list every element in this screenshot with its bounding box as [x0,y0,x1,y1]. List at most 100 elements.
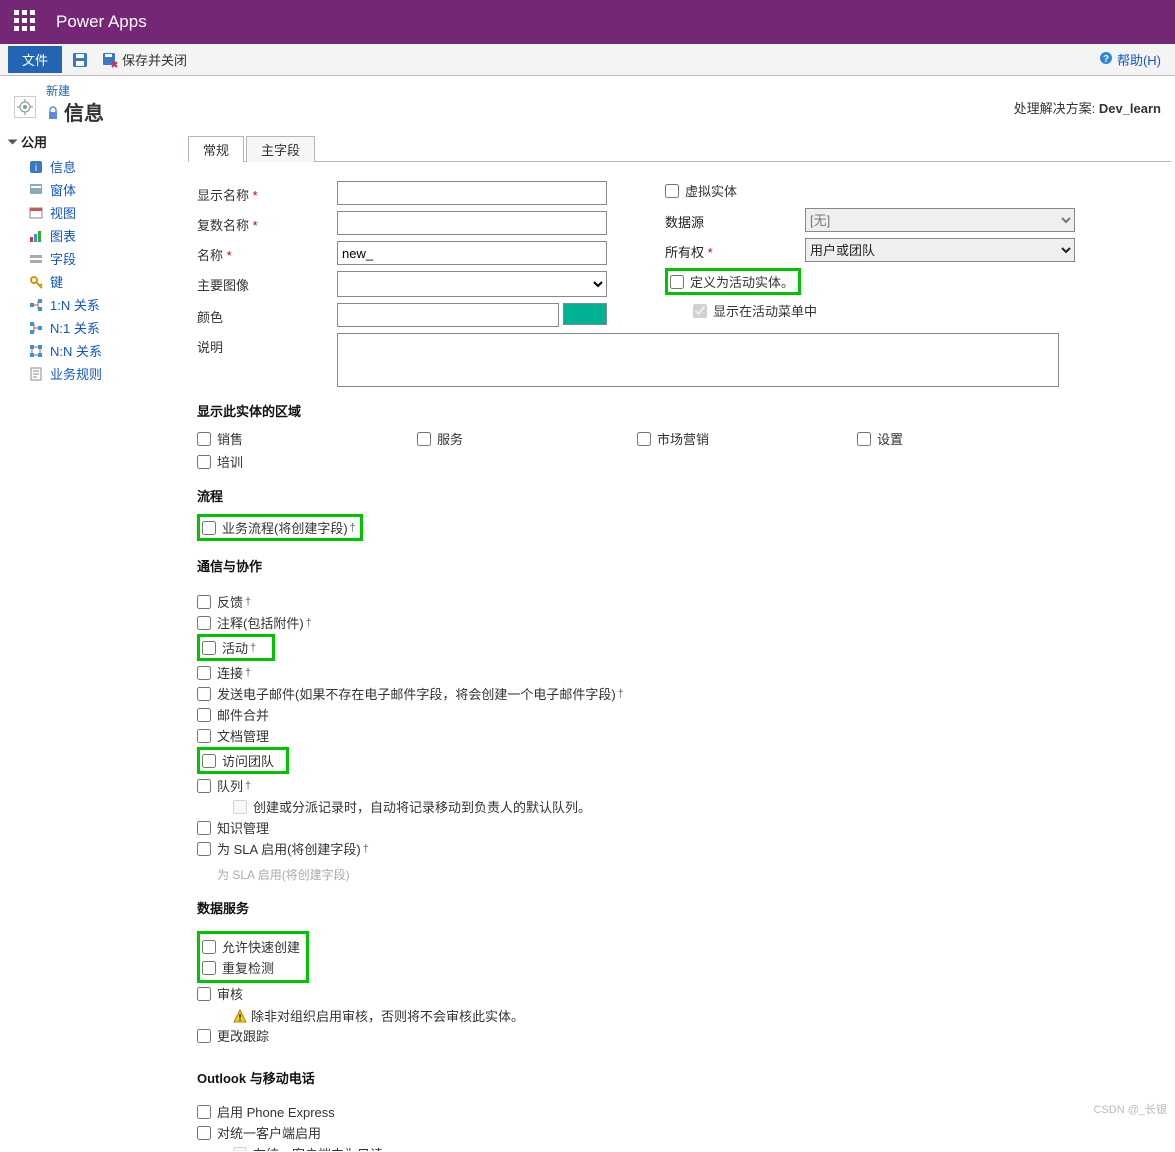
sidebar-group-label: 公用 [21,132,47,151]
area-service-checkbox[interactable] [417,432,431,446]
desc-textarea[interactable] [337,333,1059,387]
rel-nn-icon [28,343,44,359]
sidebar-item-label: 窗体 [50,180,76,199]
file-button[interactable]: 文件 [8,46,62,73]
knowledge-label: 知识管理 [217,818,269,837]
unified-client-checkbox[interactable] [197,1126,211,1140]
info-icon: i [28,159,44,175]
process-section-title: 流程 [197,486,1162,505]
area-sales-checkbox[interactable] [197,432,211,446]
queues-label: 队列 [217,776,243,795]
area-settings-checkbox[interactable] [857,432,871,446]
warning-icon [233,1009,247,1023]
activities-checkbox[interactable] [202,641,216,655]
change-track-label: 更改跟踪 [217,1026,269,1045]
image-select[interactable] [337,271,607,297]
notes-checkbox[interactable] [197,616,211,630]
queues-checkbox[interactable] [197,779,211,793]
sidebar-item-rel-nn[interactable]: N:N 关系 [10,339,175,362]
page-title: 信息 [64,97,104,126]
sidebar-item-business-rules[interactable]: 业务规则 [10,362,175,385]
highlight-access-team: 访问团队 [197,747,289,774]
save-button[interactable] [72,52,92,68]
unified-client-label: 对统一客户端启用 [217,1123,321,1142]
knowledge-checkbox[interactable] [197,821,211,835]
save-close-button[interactable]: 保存并关闭 [102,50,187,69]
tab-strip: 常规 主字段 [188,130,1171,162]
area-training-checkbox[interactable] [197,455,211,469]
waffle-icon[interactable] [14,10,38,34]
svg-text:i: i [35,163,37,174]
audit-label: 审核 [217,984,243,1003]
plural-name-input[interactable] [337,211,607,235]
audit-note: 除非对组织启用审核，否则将不会审核此实体。 [251,1006,524,1025]
areas-section-title: 显示此实体的区域 [197,401,1162,420]
sidebar-item-label: N:N 关系 [50,341,102,360]
toolbar: 文件 保存并关闭 ? 帮助(H) [0,44,1175,76]
area-marketing-checkbox[interactable] [637,432,651,446]
audit-checkbox[interactable] [197,987,211,1001]
ownership-select[interactable]: 用户或团队 [805,238,1075,262]
tab-primary-field[interactable]: 主字段 [246,136,315,162]
send-email-checkbox[interactable] [197,687,211,701]
readonly-unified-checkbox [233,1147,247,1152]
save-close-icon [102,52,118,68]
sidebar-item-keys[interactable]: 键 [10,270,175,293]
sidebar-item-charts[interactable]: 图表 [10,224,175,247]
quick-create-checkbox[interactable] [202,940,216,954]
mail-merge-label: 邮件合并 [217,705,269,724]
area-service-label: 服务 [437,429,463,448]
doc-mgmt-checkbox[interactable] [197,729,211,743]
sidebar-item-label: 字段 [50,249,76,268]
chart-icon [28,228,44,244]
highlight-data-services: 允许快速创建 重复检测 [197,931,309,983]
help-link[interactable]: 帮助(H) [1117,50,1161,69]
main-content: 常规 主字段 显示名称 * 复数名称 * 名称 * 主要图像 颜色 虚拟实体 数… [180,130,1173,1152]
doc-mgmt-label: 文档管理 [217,726,269,745]
queue-default-checkbox [233,800,247,814]
sidebar-item-label: 键 [50,272,63,291]
lock-icon [46,106,60,120]
bpf-label: 业务流程(将创建字段) [222,518,348,537]
display-name-label: 显示名称 * [197,181,337,204]
datasource-select[interactable]: [无] [805,208,1075,232]
access-team-label: 访问团队 [222,751,274,770]
sidebar-group-common[interactable]: 公用 [10,132,175,151]
display-name-input[interactable] [337,181,607,205]
phone-express-label: 启用 Phone Express [217,1102,335,1121]
sidebar-item-label: 视图 [50,203,76,222]
dup-detect-checkbox[interactable] [202,961,216,975]
sidebar-item-info[interactable]: i信息 [10,155,175,178]
help-icon[interactable]: ? [1099,51,1113,68]
bpf-checkbox[interactable] [202,521,216,535]
name-input[interactable] [337,241,607,265]
chevron-down-icon [8,139,18,144]
queue-default-label: 创建或分派记录时，自动将记录移动到负责人的默认队列。 [253,797,591,816]
mail-merge-checkbox[interactable] [197,708,211,722]
phone-express-checkbox[interactable] [197,1105,211,1119]
activities-label: 活动 [222,638,248,657]
sidebar: 公用 i信息 窗体 视图 图表 字段 键 1:N 关系 N:1 关系 N:N 关… [4,130,180,1152]
area-settings-label: 设置 [877,429,903,448]
solution-name: 处理解决方案: Dev_learn [1014,98,1161,117]
sidebar-item-fields[interactable]: 字段 [10,247,175,270]
sla-checkbox[interactable] [197,842,211,856]
sla-label: 为 SLA 启用(将创建字段) [217,839,361,858]
rule-icon [28,366,44,382]
is-activity-checkbox[interactable] [670,275,684,289]
sidebar-item-rel-n1[interactable]: N:1 关系 [10,316,175,339]
sidebar-item-views[interactable]: 视图 [10,201,175,224]
change-track-checkbox[interactable] [197,1029,211,1043]
color-input[interactable] [337,303,559,327]
sidebar-item-forms[interactable]: 窗体 [10,178,175,201]
show-activity-menu-label: 显示在活动菜单中 [713,301,817,320]
access-team-checkbox[interactable] [202,754,216,768]
sidebar-item-rel-1n[interactable]: 1:N 关系 [10,293,175,316]
color-swatch[interactable] [563,303,607,325]
feedback-checkbox[interactable] [197,595,211,609]
entity-icon [14,96,36,118]
virtual-entity-checkbox[interactable] [665,184,679,198]
tab-general[interactable]: 常规 [188,136,244,162]
connections-checkbox[interactable] [197,666,211,680]
data-section-title: 数据服务 [197,898,1162,917]
